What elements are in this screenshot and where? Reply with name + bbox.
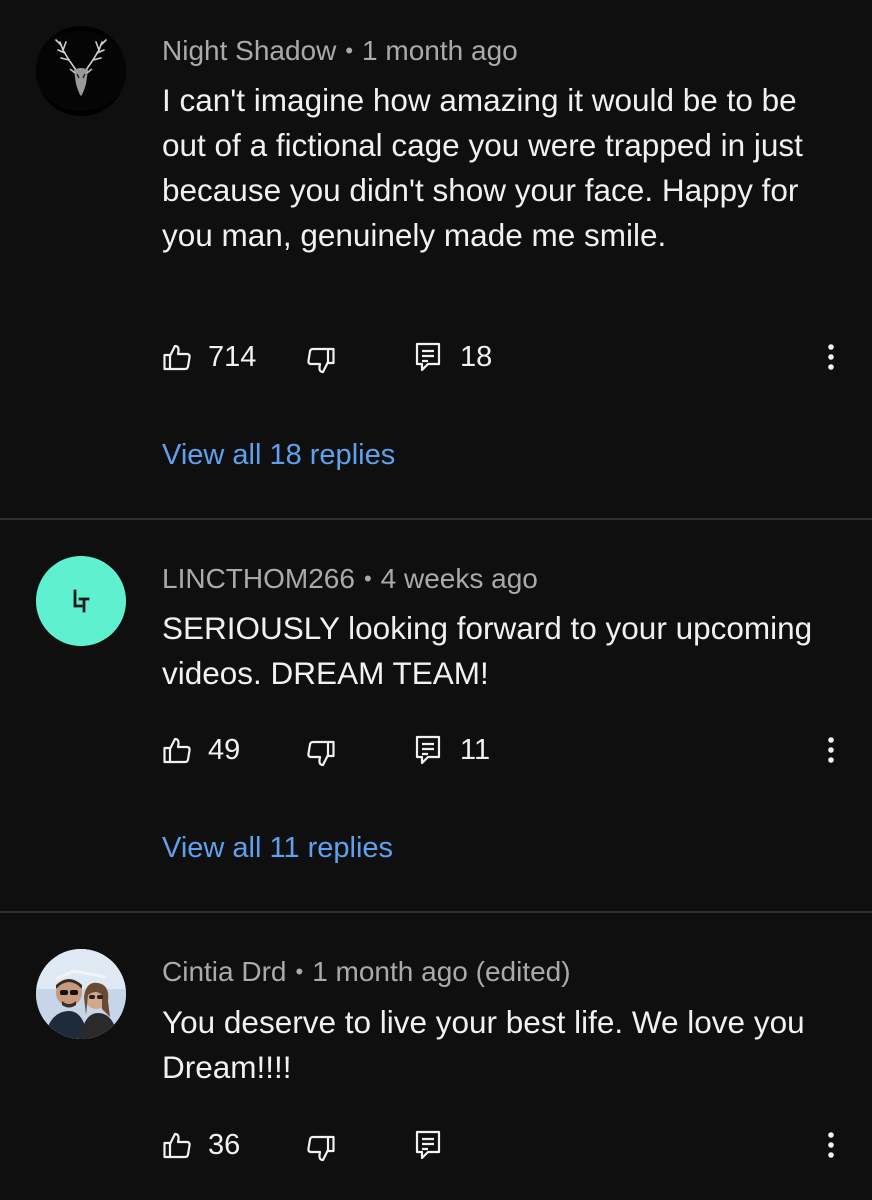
thumbs-up-icon <box>163 344 191 371</box>
comment-meta: Cintia Drd • 1 month ago (edited) <box>162 956 571 990</box>
like-count: 714 <box>208 340 257 373</box>
like-button[interactable]: 49 <box>162 730 240 770</box>
comment-timestamp: 1 month ago <box>362 35 518 66</box>
comment-text: SERIOUSLY looking forward to your upcomi… <box>162 610 813 691</box>
thumbs-up-icon <box>163 737 191 764</box>
view-replies-link[interactable]: View all 11 replies <box>162 830 393 866</box>
like-button[interactable]: 36 <box>162 1125 240 1165</box>
thumbs-up-icon <box>163 1132 191 1159</box>
reply-count: 18 <box>460 340 493 373</box>
comment-icon <box>415 342 441 372</box>
more-options-button[interactable] <box>818 1125 844 1165</box>
author-name[interactable]: Cintia Drd <box>162 956 286 987</box>
more-vert-icon <box>828 737 834 763</box>
more-options-button[interactable] <box>818 337 844 377</box>
reply-button[interactable] <box>414 1125 442 1165</box>
dislike-button[interactable] <box>306 1129 336 1169</box>
like-count: 49 <box>208 733 241 766</box>
comment: Cintia Drd • 1 month ago (edited) You dese… <box>0 913 872 1200</box>
comment-meta: Night Shadow • 1 month ago <box>162 35 518 69</box>
separator-dot: • <box>295 959 304 984</box>
author-name[interactable]: LINCTHOM266 <box>162 563 355 594</box>
comment-icon <box>415 735 441 765</box>
reply-button[interactable]: 18 <box>414 337 492 377</box>
comment-icon <box>415 1130 441 1160</box>
comment-text: I can't imagine how amazing it would be … <box>162 82 803 253</box>
separator-dot: • <box>363 566 372 591</box>
like-count: 36 <box>208 1128 241 1161</box>
thumbs-down-icon <box>307 347 335 374</box>
dislike-button[interactable] <box>306 341 336 381</box>
comment-timestamp: 1 month ago (edited) <box>312 956 571 987</box>
separator-dot: • <box>345 38 354 63</box>
comment: LINCTHOM266 • 4 weeks ago SERIOUSLY lookin… <box>0 520 872 912</box>
reply-count: 11 <box>460 733 491 766</box>
comment-text: You deserve to live your best life. We l… <box>162 1004 805 1085</box>
couple-photo-icon <box>36 949 126 1039</box>
view-replies-link[interactable]: View all 18 replies <box>162 437 395 473</box>
lt-monogram-icon <box>36 556 126 646</box>
comment-timestamp: 4 weeks ago <box>380 563 538 594</box>
deer-head-icon <box>36 26 126 116</box>
comment: Night Shadow • 1 month ago I can't imagine… <box>0 0 872 520</box>
more-vert-icon <box>828 1132 834 1158</box>
thumbs-down-icon <box>307 1135 335 1162</box>
avatar[interactable] <box>36 26 126 116</box>
comment-meta: LINCTHOM266 • 4 weeks ago <box>162 563 538 597</box>
more-vert-icon <box>828 344 834 370</box>
more-options-button[interactable] <box>818 730 844 770</box>
author-name[interactable]: Night Shadow <box>162 35 336 66</box>
dislike-button[interactable] <box>306 734 336 774</box>
like-button[interactable]: 714 <box>162 337 256 377</box>
avatar[interactable] <box>36 556 126 646</box>
reply-button[interactable]: 11 <box>414 730 490 770</box>
thumbs-down-icon <box>307 740 335 767</box>
avatar[interactable] <box>36 949 126 1039</box>
